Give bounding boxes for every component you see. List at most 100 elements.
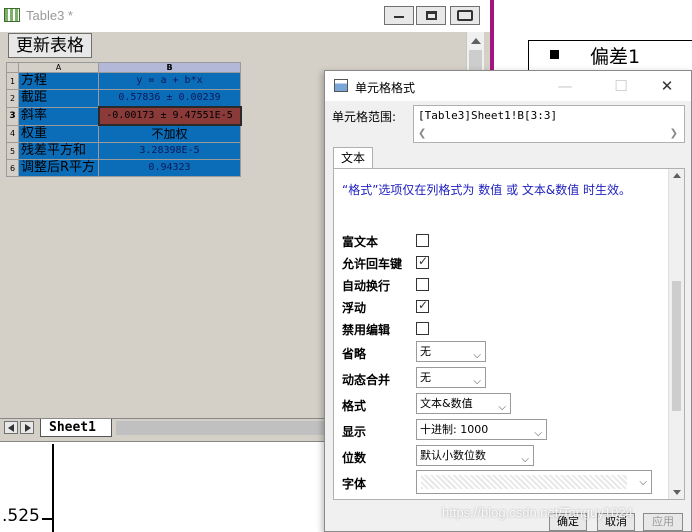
cell-a[interactable]: 斜率	[18, 106, 99, 126]
sheet-next-button[interactable]	[20, 421, 34, 434]
row-header[interactable]: 6	[6, 159, 19, 177]
legend-label: 偏差1	[590, 46, 641, 68]
chevron-down-icon: ⌵	[521, 454, 529, 465]
arrow-left-icon	[8, 424, 14, 432]
grid-corner[interactable]	[6, 62, 19, 73]
font-select[interactable]: ⌵	[416, 470, 652, 494]
cell-a[interactable]: 残差平方和	[18, 142, 99, 160]
allow-enter-label: 允许回车键	[342, 257, 403, 271]
arrow-right-icon	[25, 424, 31, 432]
dialog-close-button[interactable]: ✕	[657, 77, 677, 95]
panel-scrollbar[interactable]	[668, 169, 684, 499]
cell-range-label: 单元格范围:	[332, 110, 397, 124]
maximize-icon	[426, 11, 437, 20]
dynamic-merge-label: 动态合并	[342, 373, 391, 387]
row-header[interactable]: 5	[6, 142, 19, 160]
omit-label: 省略	[342, 347, 367, 361]
cell-a[interactable]: 调整后R平方	[18, 159, 99, 177]
legend-square-icon	[550, 50, 559, 59]
table-row: 3 斜率 -0.00173 ± 9.47551E-5	[6, 106, 242, 126]
cell-a[interactable]: 方程	[18, 72, 99, 90]
float-checkbox[interactable]	[416, 298, 429, 313]
worksheet-grid: A B 1 方程 y = a + b*x 2 截距 0.57836 ± 0.00…	[6, 62, 242, 177]
scroll-right-icon[interactable]: ❯	[670, 128, 678, 139]
watermark: https://blog.csdn.net/Tanguy1024	[442, 505, 633, 520]
range-scrollbar[interactable]: ❮ ❯	[414, 128, 684, 142]
row-header[interactable]: 4	[6, 124, 19, 143]
word-wrap-checkbox[interactable]	[416, 278, 429, 291]
cell-range-field[interactable]: [Table3]Sheet1!B[3:3] ❮ ❯	[413, 105, 685, 143]
dialog-icon	[334, 79, 348, 92]
table-row: 4 权重 不加权	[6, 124, 241, 143]
format-value: 文本&数值	[420, 397, 473, 410]
table-row: 1 方程 y = a + b*x	[6, 72, 241, 90]
sheet-prev-button[interactable]	[4, 421, 18, 434]
omit-select[interactable]: 无 ⌵	[416, 341, 486, 362]
text-tab-panel: “格式”选项仅在列格式为 数值 或 文本&数值 时生效。 富文本 允许回车键 自…	[333, 168, 685, 500]
format-select[interactable]: 文本&数值 ⌵	[416, 393, 511, 414]
cell-b[interactable]: 不加权	[98, 124, 241, 143]
scroll-down-icon[interactable]	[673, 490, 681, 495]
dialog-maximize-icon: ☐	[614, 77, 628, 95]
worksheet-title: Table3 *	[26, 8, 73, 23]
worksheet-titlebar[interactable]: Table3 *	[0, 0, 490, 32]
scroll-up-icon[interactable]	[471, 38, 481, 44]
restore-button[interactable]	[450, 6, 480, 25]
rich-text-label: 富文本	[342, 235, 379, 249]
sheet-tab-sheet1[interactable]: Sheet1	[40, 419, 112, 437]
row-header[interactable]: 1	[6, 72, 19, 90]
display-value: 十进制: 1000	[420, 423, 489, 436]
column-header-b[interactable]: B	[98, 62, 241, 73]
chevron-down-icon: ⌵	[639, 477, 647, 488]
table-row: 2 截距 0.57836 ± 0.00239	[6, 89, 241, 108]
cell-a[interactable]: 权重	[18, 124, 99, 143]
update-table-button[interactable]: 更新表格	[8, 33, 92, 58]
restore-icon	[457, 10, 473, 21]
row-header[interactable]: 3	[6, 106, 19, 126]
column-header-a[interactable]: A	[18, 62, 99, 73]
chevron-down-icon: ⌵	[473, 350, 481, 361]
digits-label: 位数	[342, 451, 367, 465]
display-select[interactable]: 十进制: 1000 ⌵	[416, 419, 547, 440]
graph-tick-label: .525	[2, 506, 40, 526]
graph-y-axis	[52, 444, 54, 532]
cell-b[interactable]: 0.94323	[98, 159, 241, 177]
cell-b[interactable]: y = a + b*x	[98, 72, 241, 90]
dynamic-merge-value: 无	[420, 371, 431, 384]
row-header[interactable]: 2	[6, 89, 19, 108]
disable-edit-checkbox[interactable]	[416, 322, 429, 335]
cell-a[interactable]: 截距	[18, 89, 99, 108]
scroll-up-icon[interactable]	[673, 173, 681, 178]
format-cells-dialog: 单元格格式 — ☐ ✕ 单元格范围: [Table3]Sheet1!B[3:3]…	[324, 70, 692, 532]
format-notice: “格式”选项仅在列格式为 数值 或 文本&数值 时生效。	[342, 183, 632, 197]
digits-value: 默认小数位数	[420, 449, 486, 462]
scroll-thumb[interactable]	[672, 281, 681, 411]
minimize-button[interactable]	[384, 6, 414, 25]
dialog-minimize-icon: —	[557, 77, 573, 95]
minimize-icon	[394, 16, 404, 18]
active-cell[interactable]: -0.00173 ± 9.47551E-5	[97, 106, 242, 126]
maximize-button[interactable]	[416, 6, 446, 25]
format-label: 格式	[342, 399, 367, 413]
tab-text[interactable]: 文本	[333, 147, 373, 169]
font-preview	[421, 475, 627, 489]
scroll-left-icon[interactable]: ❮	[418, 128, 426, 139]
dynamic-merge-select[interactable]: 无 ⌵	[416, 367, 486, 388]
disable-edit-label: 禁用编辑	[342, 323, 391, 337]
digits-select[interactable]: 默认小数位数 ⌵	[416, 445, 534, 466]
rich-text-checkbox[interactable]	[416, 234, 429, 247]
cell-range-value: [Table3]Sheet1!B[3:3]	[418, 109, 558, 122]
apply-button[interactable]: 应用	[643, 513, 683, 531]
display-label: 显示	[342, 425, 367, 439]
cell-b[interactable]: 0.57836 ± 0.00239	[98, 89, 241, 108]
table-icon	[4, 8, 20, 22]
graph-tick	[42, 518, 52, 520]
chevron-down-icon: ⌵	[498, 402, 506, 413]
dialog-titlebar[interactable]: 单元格格式 — ☐ ✕	[325, 71, 691, 101]
font-label: 字体	[342, 477, 367, 491]
table-row: 5 残差平方和 3.28398E-5	[6, 142, 241, 160]
omit-value: 无	[420, 345, 431, 358]
chevron-down-icon: ⌵	[534, 428, 542, 439]
allow-enter-checkbox[interactable]	[416, 254, 429, 269]
cell-b[interactable]: 3.28398E-5	[98, 142, 241, 160]
